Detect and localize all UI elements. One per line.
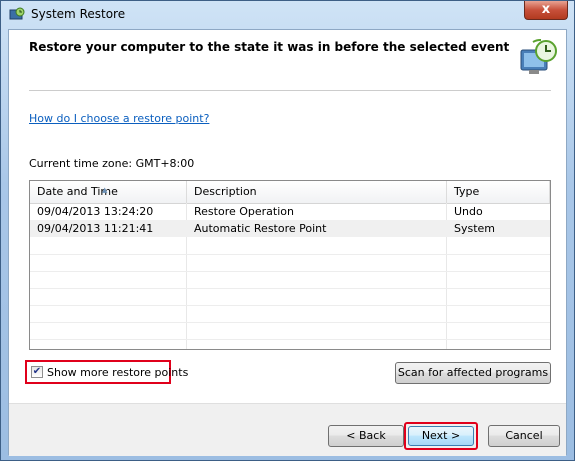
column-header-description[interactable]: Description — [187, 181, 447, 203]
window-title: System Restore — [31, 7, 126, 21]
cancel-button[interactable]: Cancel — [488, 425, 560, 447]
system-restore-window: System Restore x Restore your computer t… — [0, 0, 575, 461]
column-header-label: Type — [454, 185, 480, 198]
show-more-restore-points[interactable]: ✔ Show more restore points — [25, 360, 188, 384]
button-bar — [9, 403, 566, 456]
table-row[interactable]: 09/04/2013 13:24:20 Restore Operation Un… — [30, 203, 550, 220]
column-header-date[interactable]: ▲ Date and Time — [30, 181, 187, 203]
empty-row-line — [30, 271, 550, 272]
cell-type: Undo — [454, 205, 483, 218]
restore-points-table[interactable]: ▲ Date and Time Description Type 09/04/2… — [29, 180, 551, 350]
next-button-highlight[interactable]: Next > — [404, 422, 478, 450]
empty-row-line — [30, 305, 550, 306]
show-more-checkbox[interactable]: ✔ — [31, 366, 43, 378]
empty-row-line — [30, 288, 550, 289]
close-button[interactable]: x — [524, 1, 568, 20]
close-icon[interactable]: x — [542, 2, 550, 17]
show-more-label[interactable]: Show more restore points — [47, 366, 188, 379]
timezone-label: Current time zone: GMT+8:00 — [29, 157, 195, 170]
empty-row-line — [30, 322, 550, 323]
cell-description: Automatic Restore Point — [194, 222, 327, 235]
header-divider — [29, 90, 551, 91]
system-restore-icon — [9, 7, 25, 20]
dialog-body: Restore your computer to the state it wa… — [8, 29, 567, 456]
cell-type: System — [454, 222, 496, 235]
help-link[interactable]: How do I choose a restore point? — [29, 112, 209, 125]
table-row[interactable]: 09/04/2013 11:21:41 Automatic Restore Po… — [30, 220, 550, 237]
column-header-label: Description — [194, 185, 257, 198]
empty-row-line — [30, 254, 550, 255]
title-bar: System Restore x — [1, 1, 574, 29]
column-header-type[interactable]: Type — [447, 181, 550, 203]
back-button[interactable]: < Back — [328, 425, 404, 447]
restore-clock-icon — [520, 38, 557, 74]
cell-description: Restore Operation — [194, 205, 294, 218]
next-button[interactable]: Next > — [408, 426, 474, 446]
cell-date: 09/04/2013 11:21:41 — [37, 222, 154, 235]
cell-date: 09/04/2013 13:24:20 — [37, 205, 154, 218]
table-header: ▲ Date and Time Description Type — [30, 181, 550, 204]
scan-affected-programs-button[interactable]: Scan for affected programs — [395, 362, 551, 384]
empty-row-line — [30, 339, 550, 340]
page-heading: Restore your computer to the state it wa… — [29, 40, 510, 54]
checkmark-icon: ✔ — [32, 366, 42, 377]
sort-arrow-icon: ▲ — [102, 186, 108, 194]
